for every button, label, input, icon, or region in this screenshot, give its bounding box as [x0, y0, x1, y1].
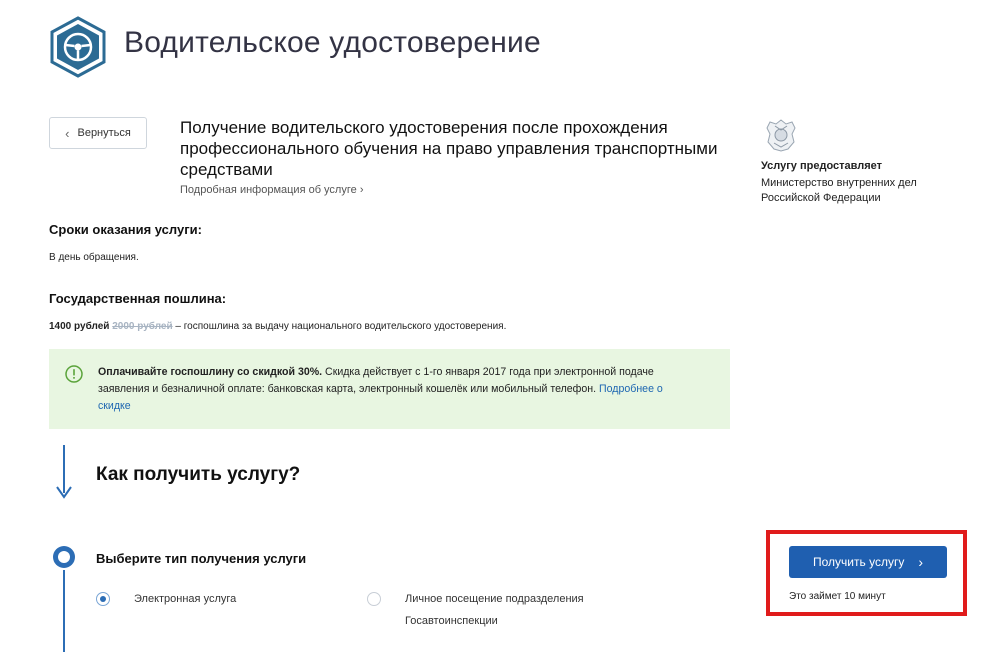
back-button[interactable]: ‹ Вернуться [49, 117, 147, 149]
radio-in-person[interactable] [367, 592, 381, 606]
fee-description: – госпошлина за выдачу национального вод… [175, 321, 507, 332]
terms-text: В день обращения. [49, 252, 139, 263]
option-electronic-label[interactable]: Электронная услуга [134, 588, 236, 610]
fee-line: 1400 рублей 2000 рублей – госпошлина за … [49, 321, 506, 332]
service-info-link-label: Подробная информация об услуге [180, 184, 357, 196]
chevron-left-icon: ‹ [65, 125, 70, 141]
step-line [63, 570, 65, 652]
step-marker-icon [53, 546, 75, 568]
step-title: Выберите тип получения услуги [96, 551, 307, 566]
provider-label: Услугу предоставляет [761, 160, 883, 172]
back-button-label: Вернуться [77, 127, 131, 139]
get-service-button[interactable]: Получить услугу › [789, 546, 947, 578]
discount-notice-text: Оплачивайте госпошлину со скидкой 30%. С… [98, 364, 698, 415]
terms-heading: Сроки оказания услуги: [49, 222, 202, 237]
option-in-person-label[interactable]: Личное посещение подразделения Госавтоин… [405, 588, 620, 632]
arrow-down-icon [56, 486, 72, 499]
cta-duration-note: Это займет 10 минут [789, 591, 886, 602]
fee-old: 2000 рублей [112, 321, 173, 332]
exclamation-circle-icon [65, 365, 83, 383]
coat-of-arms-icon [766, 119, 796, 152]
notice-bold: Оплачивайте госпошлину со скидкой 30%. [98, 366, 323, 378]
fee-heading: Государственная пошлина: [49, 291, 227, 306]
service-info-link[interactable]: Подробная информация об услуге › [180, 184, 363, 196]
fee-current: 1400 рублей [49, 321, 110, 332]
provider-name: Министерство внутренних дел Российской Ф… [761, 177, 917, 204]
page-title: Водительское удостоверение [124, 26, 541, 59]
radio-electronic[interactable] [96, 592, 110, 606]
get-service-button-label: Получить услугу [813, 555, 905, 569]
steering-wheel-icon [50, 16, 106, 78]
service-title: Получение водительского удостоверения по… [180, 118, 718, 179]
how-to-get-heading: Как получить услугу? [96, 464, 301, 485]
chevron-right-icon: › [918, 554, 923, 570]
chevron-right-icon: › [359, 184, 364, 196]
